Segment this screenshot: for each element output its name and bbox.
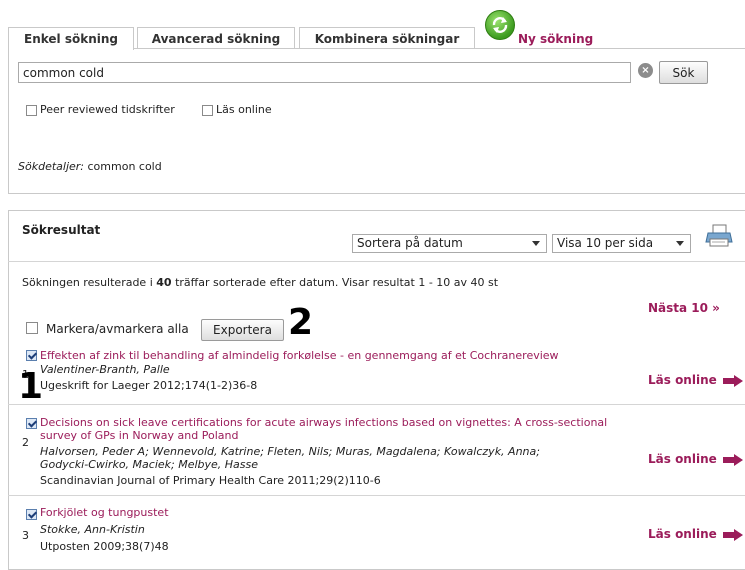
next-page-link[interactable]: Nästa 10 » bbox=[648, 301, 720, 315]
select-all-label: Markera/avmarkera alla bbox=[46, 322, 189, 336]
chevron-down-icon bbox=[676, 241, 684, 246]
export-button[interactable]: Exportera bbox=[201, 319, 284, 341]
result-2-source: Scandinavian Journal of Primary Health C… bbox=[40, 474, 381, 487]
tab-combine-searches[interactable]: Kombinera sökningar bbox=[299, 27, 475, 49]
result-3-checkbox[interactable] bbox=[26, 509, 37, 520]
arrow-right-icon bbox=[722, 528, 743, 541]
result-2-checkbox[interactable] bbox=[26, 418, 37, 429]
result-2-authors-line2: Godycki-Cwirko, Maciek; Melbye, Hasse bbox=[40, 458, 259, 471]
results-summary: Sökningen resulterade i 40 träffar sorte… bbox=[22, 276, 498, 289]
clear-search-icon[interactable]: × bbox=[638, 63, 653, 78]
per-page-select[interactable]: Visa 10 per sida bbox=[552, 234, 691, 253]
result-2-title-line1[interactable]: Decisions on sick leave certifications f… bbox=[40, 416, 607, 429]
printer-icon[interactable] bbox=[705, 224, 733, 248]
result-3-source: Utposten 2009;38(7)48 bbox=[40, 540, 169, 553]
result-3-read-online-link[interactable]: Läs online bbox=[648, 527, 743, 541]
annotation-marker-2: 2 bbox=[288, 302, 314, 343]
result-divider bbox=[8, 404, 745, 405]
new-search-link[interactable]: Ny sökning bbox=[518, 32, 593, 46]
peer-reviewed-checkbox[interactable] bbox=[26, 105, 37, 116]
sort-select-value: Sortera på datum bbox=[357, 236, 463, 250]
result-3-authors: Stokke, Ann-Kristin bbox=[40, 523, 145, 536]
sort-select[interactable]: Sortera på datum bbox=[352, 234, 547, 253]
arrow-right-icon bbox=[722, 453, 743, 466]
read-online-filter-label: Läs online bbox=[216, 103, 272, 116]
result-1-authors: Valentiner-Branth, Palle bbox=[40, 363, 170, 376]
result-divider bbox=[8, 495, 745, 496]
result-3-title[interactable]: Forkjölet og tungpustet bbox=[40, 506, 169, 519]
result-2-number: 2 bbox=[22, 436, 29, 449]
result-2-read-online-link[interactable]: Läs online bbox=[648, 452, 743, 466]
result-1-checkbox[interactable] bbox=[26, 350, 37, 361]
per-page-select-value: Visa 10 per sida bbox=[557, 236, 654, 250]
chevron-down-icon bbox=[532, 241, 540, 246]
read-online-label: Läs online bbox=[648, 373, 717, 387]
summary-suffix: träffar sorterade efter datum. Visar res… bbox=[171, 276, 499, 289]
result-2-authors-line1: Halvorsen, Peder A; Wennevold, Katrine; … bbox=[40, 445, 540, 458]
result-1-title[interactable]: Effekten af zink til behandling af almin… bbox=[40, 349, 559, 362]
arrow-right-icon bbox=[722, 374, 743, 387]
tab-advanced-search[interactable]: Avancerad sökning bbox=[137, 27, 295, 49]
search-details-label: Sökdetaljer: bbox=[18, 160, 84, 173]
select-all-checkbox[interactable] bbox=[26, 322, 38, 334]
summary-prefix: Sökningen resulterade i bbox=[22, 276, 157, 289]
search-input[interactable] bbox=[18, 62, 631, 83]
annotation-marker-1: 1 bbox=[18, 366, 44, 407]
read-online-filter-checkbox[interactable] bbox=[202, 105, 213, 116]
search-details-value: common cold bbox=[87, 160, 162, 173]
summary-count: 40 bbox=[156, 276, 172, 289]
read-online-label: Läs online bbox=[648, 452, 717, 466]
result-1-source: Ugeskrift for Laeger 2012;174(1-2)36-8 bbox=[40, 379, 258, 392]
search-button[interactable]: Sök bbox=[659, 61, 708, 84]
result-3-number: 3 bbox=[22, 529, 29, 542]
result-2-title-line2[interactable]: survey of GPs in Norway and Poland bbox=[40, 429, 238, 442]
peer-reviewed-label: Peer reviewed tidskrifter bbox=[40, 103, 175, 116]
tab-simple-search[interactable]: Enkel sökning bbox=[8, 27, 134, 50]
read-online-label: Läs online bbox=[648, 527, 717, 541]
result-1-read-online-link[interactable]: Läs online bbox=[648, 373, 743, 387]
new-search-icon[interactable] bbox=[485, 10, 515, 40]
search-details: Sökdetaljer: common cold bbox=[18, 160, 162, 173]
results-title: Sökresultat bbox=[22, 223, 101, 237]
results-divider bbox=[8, 261, 745, 262]
